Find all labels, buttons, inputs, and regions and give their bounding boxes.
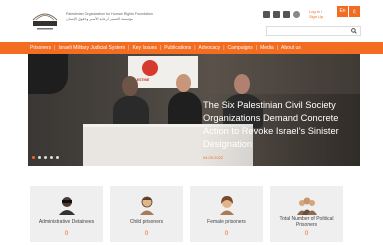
female-icon bbox=[220, 196, 234, 215]
nav-separator: | bbox=[159, 45, 162, 51]
hero-date: 04.09.2022 bbox=[203, 155, 224, 160]
stat-card-administrative[interactable]: Administrative Detainees 0 bbox=[30, 186, 103, 242]
search-icon[interactable] bbox=[351, 28, 357, 34]
hero-person-head bbox=[234, 74, 250, 94]
stat-card-label: Total Number of Political Prisoners bbox=[279, 216, 334, 228]
nav-item-about[interactable]: About us bbox=[279, 45, 303, 51]
org-name-ar: مؤسسة الضمير لرعاية الأسير وحقوق الإنسان bbox=[66, 17, 134, 21]
nav-separator: | bbox=[223, 45, 225, 51]
stat-card-value: 0 bbox=[64, 230, 69, 237]
hero-person bbox=[168, 92, 202, 128]
nav-separator: | bbox=[194, 45, 196, 51]
banner-emblem-icon bbox=[142, 60, 158, 76]
hero-title[interactable]: The Six Palestinian Civil Society Organi… bbox=[203, 99, 355, 151]
slider-dot[interactable] bbox=[50, 156, 53, 159]
nav-separator: | bbox=[54, 45, 56, 51]
camera-foreground bbox=[28, 54, 68, 94]
main-nav: Prisoners | Israeli Military Judicial Sy… bbox=[0, 42, 383, 54]
nav-item-prisoners[interactable]: Prisoners bbox=[28, 45, 53, 51]
lang-ar-button[interactable]: ع bbox=[349, 6, 360, 17]
hero-person-head bbox=[176, 74, 191, 92]
hero-person-head bbox=[122, 76, 138, 96]
lang-en-button[interactable]: En bbox=[337, 6, 348, 17]
youtube-icon[interactable] bbox=[283, 11, 290, 18]
stat-card-value: 0 bbox=[304, 230, 309, 237]
nav-item-campaigns[interactable]: Campaigns bbox=[226, 45, 255, 51]
stat-card-value: 0 bbox=[224, 230, 229, 237]
stat-card-label: Female prisoners bbox=[207, 219, 246, 225]
detainee-icon bbox=[59, 197, 75, 215]
nav-item-key-issues[interactable]: Key Issues bbox=[130, 45, 158, 51]
group-icon bbox=[297, 197, 317, 215]
search-input[interactable] bbox=[266, 26, 361, 36]
twitter-icon[interactable] bbox=[273, 11, 280, 18]
slider-dot[interactable] bbox=[38, 156, 41, 159]
nav-item-judicial-system[interactable]: Israeli Military Judicial System bbox=[56, 45, 127, 51]
nav-separator: | bbox=[128, 45, 130, 51]
social-links bbox=[263, 11, 300, 20]
nav-item-advocacy[interactable]: Advocacy bbox=[197, 45, 223, 51]
nav-separator: | bbox=[276, 45, 279, 51]
slider-dot[interactable] bbox=[56, 156, 59, 159]
stat-card-label: Administrative Detainees bbox=[38, 219, 95, 225]
login-link[interactable]: Log in / Sign Up bbox=[309, 9, 329, 19]
nav-item-publications[interactable]: Publications bbox=[162, 45, 193, 51]
instagram-icon[interactable] bbox=[293, 11, 300, 18]
site-header: Palestinian Organization for Human Right… bbox=[0, 0, 383, 42]
stat-card-total[interactable]: Total Number of Political Prisoners 0 bbox=[270, 186, 343, 242]
stat-card-value: 0 bbox=[144, 230, 149, 237]
logo-icon[interactable] bbox=[29, 6, 61, 34]
hero-slider[interactable]: PALESTINE The Six Palestinian Civil Soci… bbox=[28, 54, 360, 166]
slider-dots bbox=[32, 156, 59, 159]
stat-card-female[interactable]: Female prisoners 0 bbox=[190, 186, 263, 242]
stat-card-child[interactable]: Child prisoners 0 bbox=[110, 186, 183, 242]
slider-dot[interactable] bbox=[32, 156, 35, 159]
facebook-icon[interactable] bbox=[263, 11, 270, 18]
nav-item-media[interactable]: Media bbox=[258, 45, 276, 51]
nav-separator: | bbox=[255, 45, 258, 51]
slider-dot[interactable] bbox=[44, 156, 47, 159]
org-name: Palestinian Organization for Human Right… bbox=[66, 12, 176, 22]
stat-card-label: Child prisoners bbox=[129, 219, 164, 225]
child-icon bbox=[140, 196, 154, 215]
